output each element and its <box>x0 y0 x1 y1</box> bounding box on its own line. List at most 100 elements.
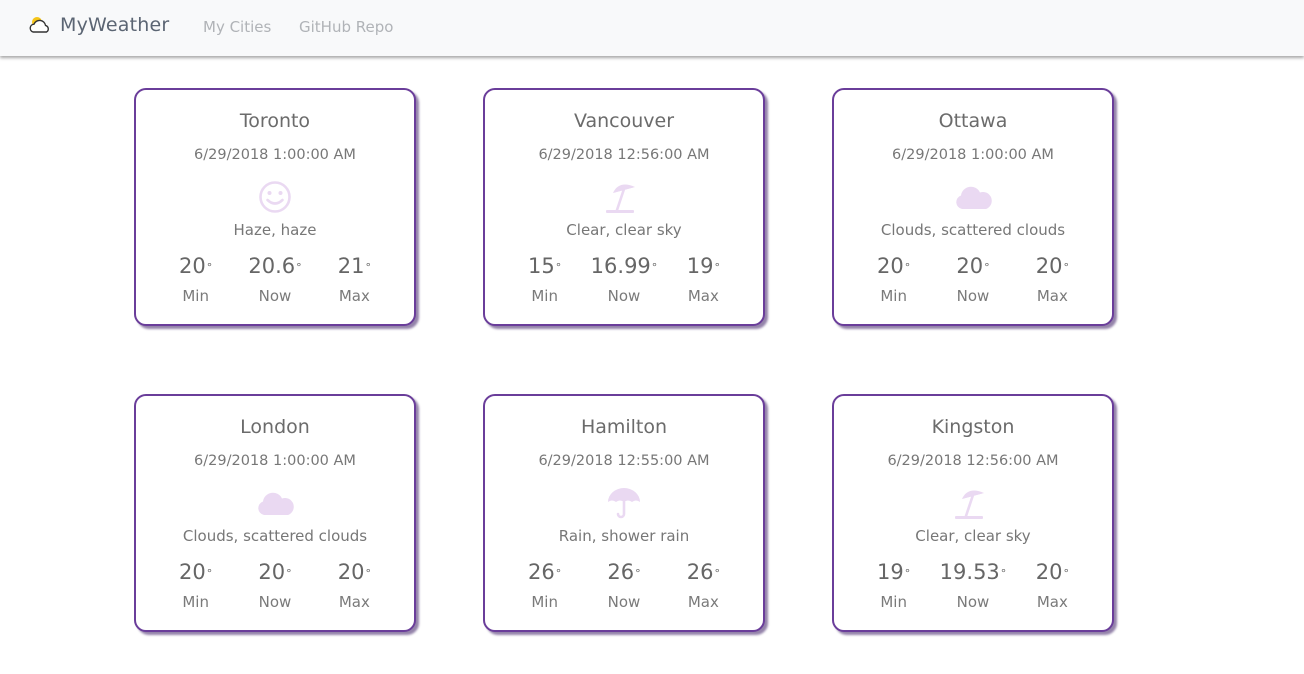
degree-sign: ° <box>206 261 213 274</box>
observation-date: 6/29/2018 12:56:00 AM <box>887 453 1059 469</box>
weather-description: Clear, clear sky <box>915 527 1031 545</box>
temp-min-label: Min <box>880 593 907 611</box>
temp-max: 20° Max <box>1013 559 1092 611</box>
degree-sign: ° <box>1000 567 1007 580</box>
temp-max-value: 21 <box>337 254 365 278</box>
degree-sign: ° <box>365 567 371 580</box>
temp-now-value: 26 <box>607 560 635 584</box>
temp-max: 26° Max <box>664 559 743 611</box>
temp-max-label: Max <box>338 593 370 611</box>
temp-max-value: 20 <box>1035 560 1063 584</box>
temp-max: 21° Max <box>315 253 394 305</box>
observation-date: 6/29/2018 1:00:00 AM <box>892 147 1054 163</box>
city-name: Hamilton <box>580 416 668 438</box>
temp-now: 26° Now <box>584 559 663 611</box>
temp-min-value: 20 <box>179 254 206 278</box>
temperature-row: 26° Min 26° Now 26° Max <box>505 559 743 611</box>
nav-link-github-repo[interactable]: GitHub Repo <box>299 18 393 36</box>
degree-sign: ° <box>984 261 990 274</box>
temperature-row: 20° Min 20° Now 20° Max <box>854 253 1092 305</box>
temp-now-label: Now <box>607 593 641 611</box>
temp-min-value: 20 <box>877 254 904 278</box>
temp-max-label: Max <box>1036 287 1068 305</box>
degree-sign: ° <box>365 261 371 274</box>
temp-min: 19° Min <box>854 559 933 611</box>
temp-min-label: Min <box>531 287 558 305</box>
temp-max-value: 26 <box>686 560 714 584</box>
temp-min-value: 19 <box>877 560 904 584</box>
city-name: London <box>240 416 310 438</box>
degree-sign: ° <box>555 567 562 580</box>
city-name: Ottawa <box>938 110 1008 132</box>
smile-icon <box>255 179 295 215</box>
weather-card-toronto: Toronto 6/29/2018 1:00:00 AM Haze, haze … <box>134 88 416 326</box>
temperature-row: 20° Min 20.6° Now 21° Max <box>156 253 394 305</box>
temp-max: 20° Max <box>315 559 394 611</box>
weather-card-vancouver: Vancouver 6/29/2018 12:56:00 AM Clear, c… <box>483 88 765 326</box>
weather-description: Clear, clear sky <box>566 221 682 239</box>
temp-now: 20° Now <box>235 559 314 611</box>
temp-max-value: 20 <box>337 560 365 584</box>
weather-card-ottawa: Ottawa 6/29/2018 1:00:00 AM Clouds, scat… <box>832 88 1114 326</box>
temp-min-value: 15 <box>528 254 555 278</box>
temp-min-label: Min <box>182 287 209 305</box>
temp-now-label: Now <box>956 287 990 305</box>
temperature-row: 19° Min 19.53° Now 20° Max <box>854 559 1092 611</box>
weather-description: Haze, haze <box>233 221 317 239</box>
degree-sign: ° <box>206 567 213 580</box>
degree-sign: ° <box>635 567 641 580</box>
degree-sign: ° <box>904 567 911 580</box>
nav-link-my-cities[interactable]: My Cities <box>203 18 271 36</box>
temp-now-label: Now <box>258 287 292 305</box>
temp-now: 19.53° Now <box>933 559 1012 611</box>
brand-name: MyWeather <box>60 14 170 36</box>
temp-min: 20° Min <box>156 559 235 611</box>
temp-max-label: Max <box>338 287 370 305</box>
temp-min-label: Min <box>880 287 907 305</box>
temp-min: 26° Min <box>505 559 584 611</box>
temp-now-value: 20 <box>956 254 984 278</box>
temp-max-label: Max <box>687 593 719 611</box>
temp-min-value: 26 <box>528 560 555 584</box>
city-name: Toronto <box>239 110 311 132</box>
brand-link[interactable]: MyWeather <box>28 14 169 36</box>
degree-sign: ° <box>714 261 720 274</box>
temp-max: 20° Max <box>1013 253 1092 305</box>
cloud-icon <box>255 485 295 521</box>
weather-card-hamilton: Hamilton 6/29/2018 12:55:00 AM Rain, sho… <box>483 394 765 632</box>
degree-sign: ° <box>555 261 562 274</box>
observation-date: 6/29/2018 1:00:00 AM <box>194 147 356 163</box>
temp-now: 16.99° Now <box>584 253 663 305</box>
weather-description: Clouds, scattered clouds <box>182 527 368 545</box>
observation-date: 6/29/2018 12:56:00 AM <box>538 147 710 163</box>
temp-min: 20° Min <box>156 253 235 305</box>
temp-max-value: 19 <box>686 254 714 278</box>
degree-sign: ° <box>1063 567 1069 580</box>
temp-min-value: 20 <box>179 560 206 584</box>
degree-sign: ° <box>714 567 720 580</box>
temp-now-value: 20 <box>258 560 286 584</box>
temp-now-value: 16.99 <box>590 254 651 278</box>
observation-date: 6/29/2018 1:00:00 AM <box>194 453 356 469</box>
degree-sign: ° <box>1063 261 1069 274</box>
city-name: Vancouver <box>573 110 675 132</box>
observation-date: 6/29/2018 12:55:00 AM <box>538 453 710 469</box>
weather-description: Rain, shower rain <box>558 527 690 545</box>
weather-card-london: London 6/29/2018 1:00:00 AM Clouds, scat… <box>134 394 416 632</box>
degree-sign: ° <box>296 261 302 274</box>
temp-max-label: Max <box>1036 593 1068 611</box>
umbrella-icon <box>604 485 644 521</box>
temp-min: 20° Min <box>854 253 933 305</box>
temp-max-label: Max <box>687 287 719 305</box>
sun-behind-cloud-icon <box>29 17 49 33</box>
temp-min: 15° Min <box>505 253 584 305</box>
temp-now-label: Now <box>607 287 641 305</box>
temp-min-label: Min <box>182 593 209 611</box>
temp-now-label: Now <box>956 593 990 611</box>
temp-now-value: 20.6 <box>248 254 296 278</box>
temperature-row: 15° Min 16.99° Now 19° Max <box>505 253 743 305</box>
city-name: Kingston <box>931 416 1015 438</box>
degree-sign: ° <box>286 567 292 580</box>
temp-now: 20.6° Now <box>235 253 314 305</box>
temp-now: 20° Now <box>933 253 1012 305</box>
